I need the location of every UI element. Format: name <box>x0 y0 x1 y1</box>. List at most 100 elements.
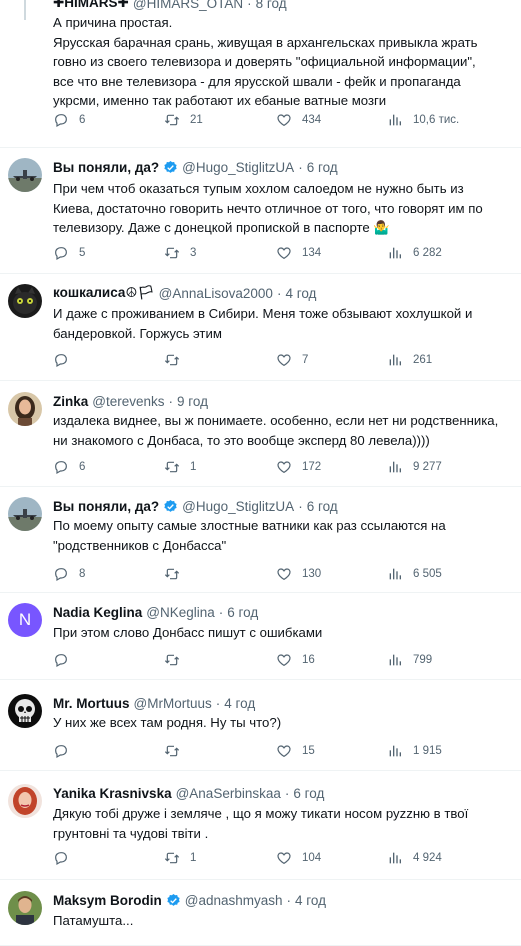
author-handle[interactable]: @Hugo_StiglitzUA <box>182 160 294 175</box>
author-name[interactable]: ✚HIMARS✚ <box>53 0 129 11</box>
separator-dot: · <box>215 695 221 711</box>
heart-icon <box>276 652 292 668</box>
like-button[interactable]: 130 <box>276 565 321 583</box>
tweet-text: А причина простая. Ярусская барачная сра… <box>53 15 478 108</box>
retweet-arrows-icon <box>164 245 180 261</box>
reply-tweet[interactable]: ✚HIMARS✚ @HIMARS_OTAN · 8 год А причина прос… <box>0 0 521 148</box>
reply-button[interactable] <box>53 351 79 369</box>
like-button[interactable]: 104 <box>276 849 321 867</box>
retweet-button[interactable]: 3 <box>164 244 196 262</box>
retweets-count: 3 <box>190 247 197 259</box>
retweet-button[interactable] <box>164 565 190 583</box>
replies-count: 8 <box>79 568 86 580</box>
likes-count: 16 <box>302 654 315 666</box>
retweet-button[interactable]: 21 <box>164 111 203 129</box>
author-handle[interactable]: @MrMortuus <box>134 696 212 711</box>
tweet-header: ✚HIMARS✚ @HIMARS_OTAN · 8 год <box>53 0 513 13</box>
views-button[interactable]: 4 924 <box>387 849 442 867</box>
author-name[interactable]: Yanika Krasnivska <box>53 786 172 801</box>
tweet-time[interactable]: 6 год <box>293 786 324 801</box>
author-name[interactable]: Вы поняли, да? <box>53 160 159 175</box>
bar-chart-icon <box>387 850 403 866</box>
likes-count: 434 <box>302 114 322 126</box>
author-handle[interactable]: @terevenks <box>92 394 164 409</box>
author-name[interactable]: кошкалиса☮🏳 <box>53 285 155 301</box>
tweet-time[interactable]: 4 год <box>224 696 255 711</box>
separator-dot: · <box>168 393 174 409</box>
tweet-time[interactable]: 6 год <box>307 160 338 175</box>
like-button[interactable]: 434 <box>276 111 321 129</box>
retweet-button[interactable]: 1 <box>164 458 196 476</box>
avatar[interactable] <box>8 497 42 531</box>
verified-badge-icon <box>166 893 181 908</box>
like-button[interactable]: 16 <box>276 651 315 669</box>
author-name[interactable]: Maksym Borodin <box>53 893 162 908</box>
like-button[interactable]: 172 <box>276 458 321 476</box>
tweet-time[interactable]: 4 год <box>295 893 326 908</box>
retweets-count: 1 <box>190 852 197 864</box>
views-button[interactable]: 799 <box>387 651 432 669</box>
reply-tweet[interactable]: Yanika Krasnivska @AnaSerbinskaa · 6 год Дяк… <box>0 771 521 880</box>
tweet-time[interactable]: 8 год <box>256 0 287 11</box>
author-handle[interactable]: @AnaSerbinskaa <box>176 786 281 801</box>
avatar[interactable] <box>8 784 42 818</box>
reply-tweet[interactable]: Вы поняли, да? @Hugo_StiglitzUA · 6 год По м… <box>0 487 521 593</box>
speech-bubble-icon <box>53 566 69 582</box>
heart-icon <box>276 850 292 866</box>
reply-tweet[interactable]: N Nadia Keglina @NKeglina · 6 год При этом сл… <box>0 593 521 680</box>
author-handle[interactable]: @NKeglina <box>146 605 215 620</box>
retweet-button[interactable] <box>164 351 190 369</box>
tweet-time[interactable]: 6 год <box>307 499 338 514</box>
like-button[interactable]: 134 <box>276 244 321 262</box>
reply-tweet[interactable]: Maksym Borodin @adnashmyash · 4 год Патамушт… <box>0 880 521 946</box>
heart-icon <box>276 743 292 759</box>
avatar[interactable] <box>8 694 42 728</box>
views-button[interactable]: 10,6 тис. <box>387 111 459 129</box>
reply-tweet[interactable]: кошкалиса☮🏳 @AnnaLisova2000 · 4 год И даже с… <box>0 274 521 381</box>
avatar[interactable] <box>8 891 42 925</box>
reply-button[interactable]: 6 <box>53 111 85 129</box>
views-button[interactable]: 1 915 <box>387 742 442 760</box>
avatar[interactable] <box>8 284 42 318</box>
avatar[interactable] <box>8 158 42 192</box>
avatar[interactable] <box>8 392 42 426</box>
bar-chart-icon <box>387 652 403 668</box>
speech-bubble-icon <box>53 459 69 475</box>
author-name[interactable]: Nadia Keglina <box>53 605 142 620</box>
reply-button[interactable]: 5 <box>53 244 85 262</box>
like-button[interactable]: 15 <box>276 742 315 760</box>
retweet-button[interactable] <box>164 742 190 760</box>
retweet-arrows-icon <box>164 850 180 866</box>
like-button[interactable]: 7 <box>276 351 308 369</box>
reply-tweet[interactable]: Zinka @terevenks · 9 год издалека виднее, вы… <box>0 381 521 487</box>
author-name[interactable]: Mr. Mortuus <box>53 696 130 711</box>
reply-button[interactable] <box>53 742 79 760</box>
retweet-button[interactable]: 1 <box>164 849 196 867</box>
views-button[interactable]: 6 282 <box>387 244 442 262</box>
reply-button[interactable]: 6 <box>53 458 85 476</box>
author-name[interactable]: Zinka <box>53 394 88 409</box>
reply-button[interactable]: 8 <box>53 565 85 583</box>
bar-chart-icon <box>387 743 403 759</box>
likes-count: 130 <box>302 568 322 580</box>
author-handle[interactable]: @HIMARS_OTAN <box>133 0 243 11</box>
views-button[interactable]: 6 505 <box>387 565 442 583</box>
author-handle[interactable]: @AnnaLisova2000 <box>159 286 273 301</box>
reply-button[interactable] <box>53 651 79 669</box>
views-button[interactable]: 261 <box>387 351 432 369</box>
tweet-time[interactable]: 4 год <box>285 286 316 301</box>
author-handle[interactable]: @adnashmyash <box>185 893 283 908</box>
views-button[interactable]: 9 277 <box>387 458 442 476</box>
reply-tweet[interactable]: Вы поняли, да? @Hugo_StiglitzUA · 6 год При … <box>0 148 521 274</box>
tweet-time[interactable]: 9 год <box>177 394 208 409</box>
speech-bubble-icon <box>53 112 69 128</box>
tweet-time[interactable]: 6 год <box>227 605 258 620</box>
views-count: 799 <box>413 654 433 666</box>
retweet-button[interactable] <box>164 651 190 669</box>
bar-chart-icon <box>387 112 403 128</box>
author-handle[interactable]: @Hugo_StiglitzUA <box>182 499 294 514</box>
reply-tweet[interactable]: Mr. Mortuus @MrMortuus · 4 год У них же всех… <box>0 680 521 771</box>
author-name[interactable]: Вы поняли, да? <box>53 499 159 514</box>
reply-button[interactable] <box>53 849 79 867</box>
avatar[interactable]: N <box>8 603 42 637</box>
